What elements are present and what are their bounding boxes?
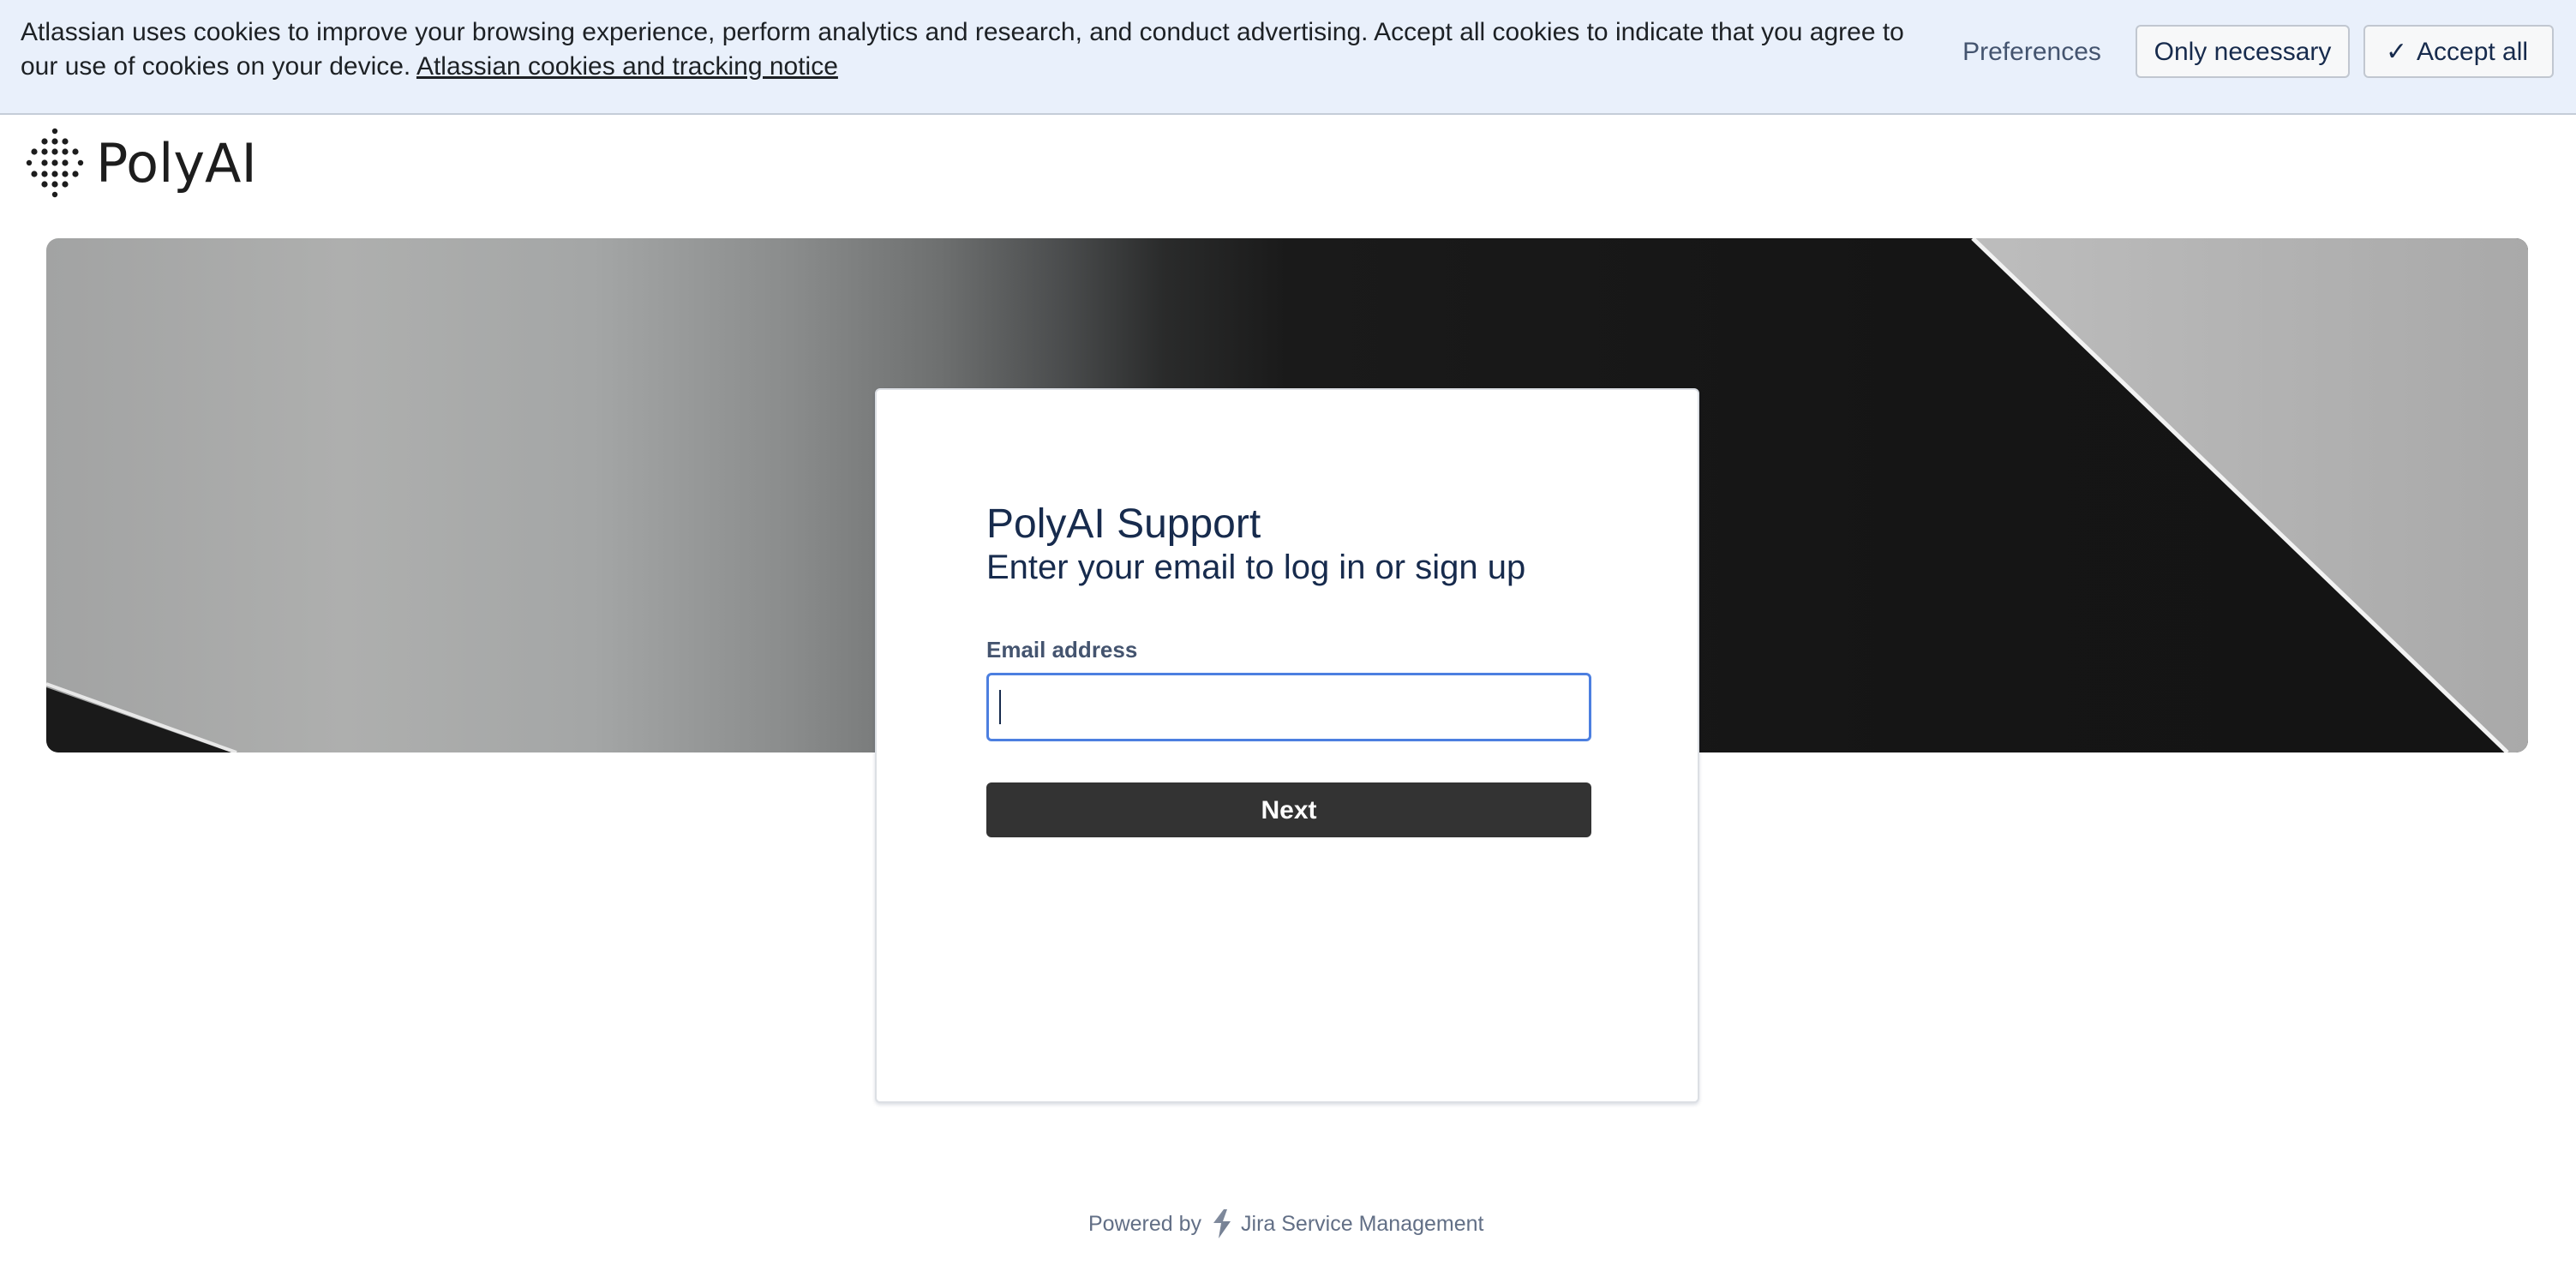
powered-by-text: Powered by <box>1088 1211 1202 1236</box>
cookie-message: Atlassian uses cookies to improve your b… <box>21 15 1923 84</box>
preferences-button[interactable]: Preferences <box>1947 26 2117 77</box>
cookie-banner: Atlassian uses cookies to improve your b… <box>0 0 2576 115</box>
next-button[interactable]: Next <box>986 782 1591 837</box>
email-label: Email address <box>986 637 1138 662</box>
text-cursor <box>999 690 1001 724</box>
only-necessary-button[interactable]: Only necessary <box>2136 25 2350 78</box>
cookie-message-text: Atlassian uses cookies to improve your b… <box>21 18 1904 81</box>
polyai-dots-logo-icon <box>26 128 84 198</box>
page-title: PolyAI Support <box>986 501 1261 547</box>
powered-by-footer: Powered by Jira Service Management <box>1088 1207 1484 1241</box>
polyai-logo[interactable]: PolyAI <box>26 127 257 199</box>
cookie-notice-link[interactable]: Atlassian cookies and tracking notice <box>416 52 838 81</box>
check-icon: ✓ <box>2386 38 2408 66</box>
email-field[interactable] <box>986 673 1591 741</box>
accept-all-label: Accept all <box>2417 38 2529 66</box>
jira-service-management-link[interactable]: Jira Service Management <box>1241 1212 1483 1237</box>
logo-text: PolyAI <box>96 131 257 195</box>
accept-all-button[interactable]: ✓ Accept all <box>2363 25 2554 78</box>
page-subtitle: Enter your email to log in or sign up <box>986 549 1526 586</box>
jira-service-management-icon <box>1213 1209 1231 1238</box>
login-card: PolyAI Support Enter your email to log i… <box>875 388 1699 1103</box>
